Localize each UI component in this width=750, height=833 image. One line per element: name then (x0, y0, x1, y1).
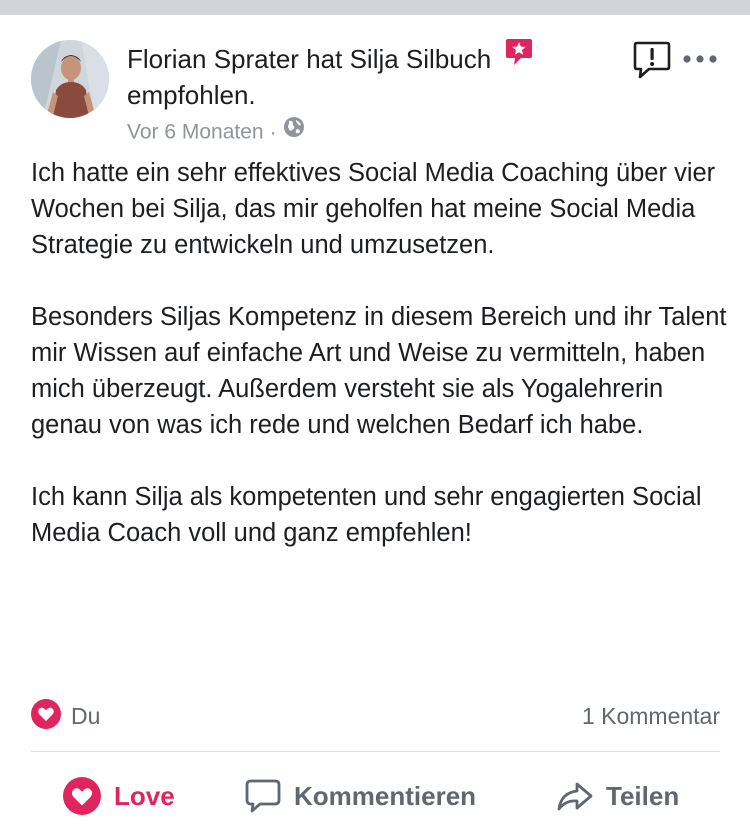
post-paragraph: Ich hatte ein sehr effektives Social Med… (31, 159, 716, 259)
love-label: Love (114, 780, 175, 811)
reaction-summary[interactable]: Du (31, 698, 101, 734)
reaction-label: Du (71, 702, 101, 729)
report-icon[interactable] (632, 40, 672, 80)
post-header: Florian Sprater hat Silja Silbuch (127, 39, 534, 80)
share-arrow-icon (557, 782, 593, 811)
love-button[interactable]: Love (62, 775, 175, 817)
meta-separator: · (269, 120, 277, 144)
post-paragraph: Besonders Siljas Kompetenz in diesem Ber… (31, 303, 727, 439)
post-header-continued: empfohlen. (127, 80, 256, 110)
share-label: Teilen (606, 780, 680, 811)
post-meta: Vor 6 Monaten · (127, 116, 305, 148)
author-name[interactable]: Florian Sprater (127, 44, 299, 74)
post-body: Ich hatte ein sehr effektives Social Med… (31, 155, 731, 551)
author-avatar[interactable] (31, 40, 109, 118)
action-text: hat Silja Silbuch (306, 44, 492, 74)
heart-icon (63, 777, 101, 815)
share-button[interactable]: Teilen (556, 775, 679, 817)
recommendation-star-icon (504, 37, 534, 74)
comment-label: Kommentieren (294, 780, 477, 811)
comment-button[interactable]: Kommentieren (244, 775, 476, 817)
post-timestamp[interactable]: Vor 6 Monaten (127, 121, 264, 144)
divider (31, 751, 720, 752)
post-paragraph: Ich kann Silja als kompetenten und sehr … (31, 483, 702, 547)
comment-bubble-icon (245, 779, 281, 813)
top-separator (0, 0, 750, 15)
comment-count[interactable]: 1 Kommentar (582, 700, 720, 732)
globe-icon (283, 116, 305, 146)
more-icon[interactable] (682, 50, 718, 68)
heart-icon (31, 698, 61, 734)
